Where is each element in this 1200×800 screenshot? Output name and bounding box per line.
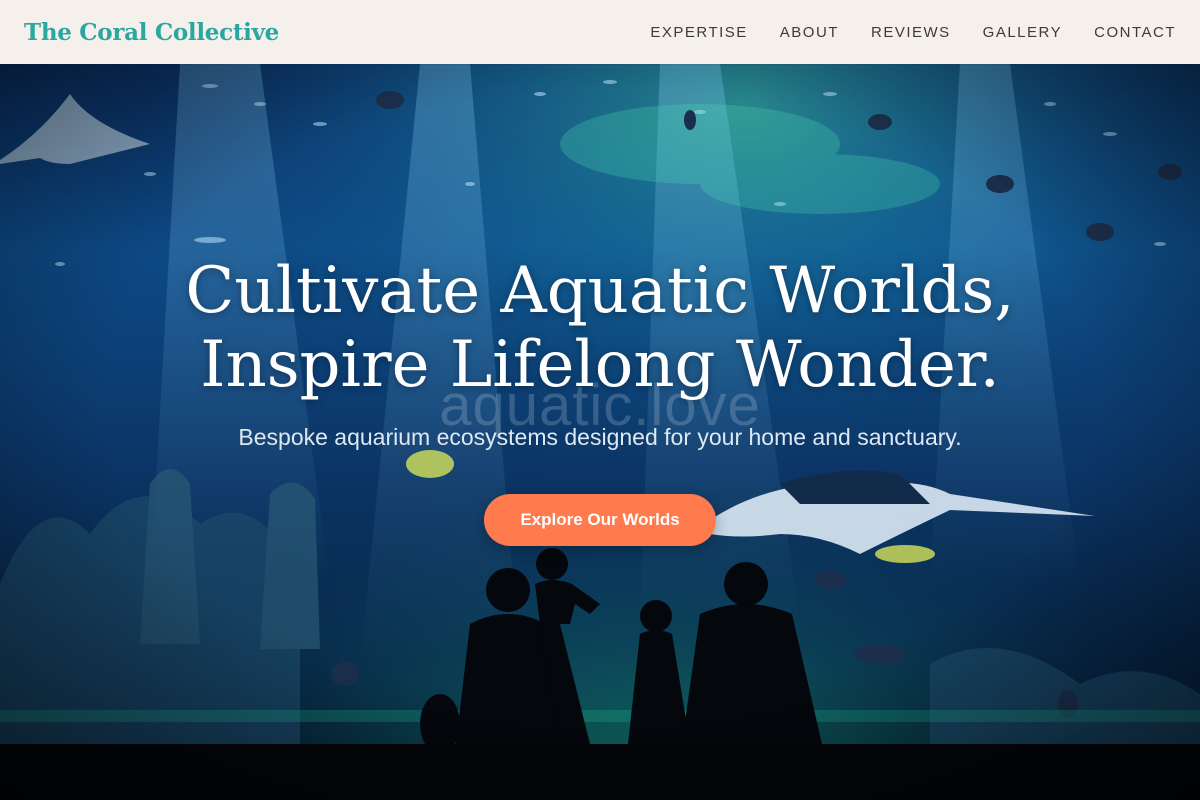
main-nav: EXPERTISE ABOUT REVIEWS GALLERY CONTACT	[650, 24, 1176, 41]
nav-link-reviews[interactable]: REVIEWS	[871, 24, 951, 41]
hero-subheadline: Bespoke aquarium ecosystems designed for…	[238, 424, 962, 450]
nav-link-gallery[interactable]: GALLERY	[983, 24, 1062, 41]
nav-link-about[interactable]: ABOUT	[780, 24, 839, 41]
hero-headline-line-1: Cultivate Aquatic Worlds,	[185, 254, 1015, 328]
page: The Coral Collective EXPERTISE ABOUT REV…	[0, 0, 1200, 800]
brand-logo[interactable]: The Coral Collective	[24, 19, 279, 46]
nav-link-contact[interactable]: CONTACT	[1094, 24, 1176, 41]
nav-link-expertise[interactable]: EXPERTISE	[650, 24, 747, 41]
site-header: The Coral Collective EXPERTISE ABOUT REV…	[0, 0, 1200, 64]
hero-section: Cultivate Aquatic Worlds, Inspire Lifelo…	[0, 64, 1200, 800]
explore-worlds-button[interactable]: Explore Our Worlds	[484, 494, 716, 546]
hero-content: Cultivate Aquatic Worlds, Inspire Lifelo…	[0, 64, 1200, 800]
